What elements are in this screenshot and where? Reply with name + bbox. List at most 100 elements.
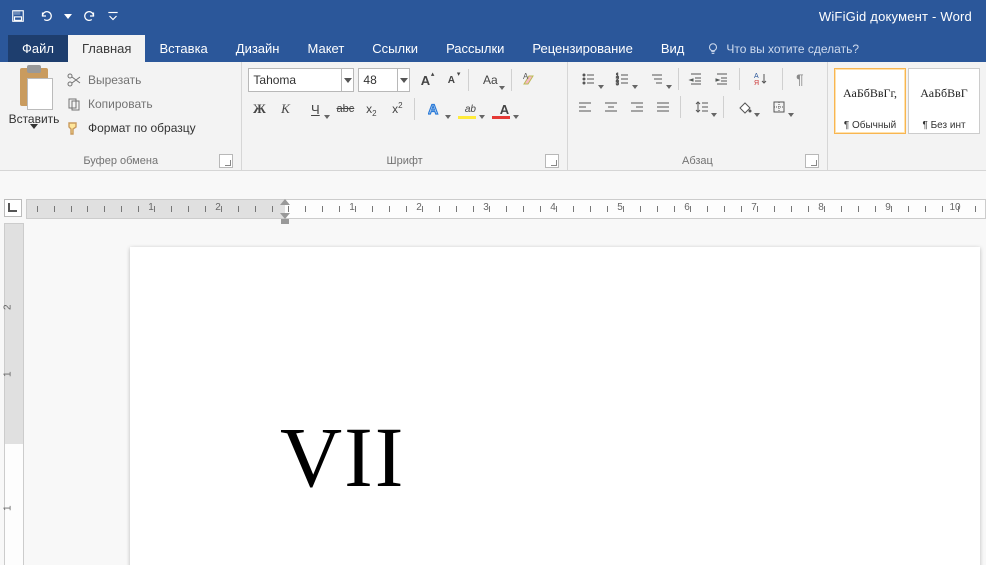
increase-indent-button[interactable] — [711, 68, 733, 90]
ruler-minor-tick — [791, 206, 792, 212]
font-name-dropdown[interactable] — [341, 69, 353, 91]
multilevel-list-button[interactable] — [642, 68, 672, 90]
superscript-button[interactable]: x2 — [386, 98, 408, 120]
cut-label: Вырезать — [88, 73, 141, 87]
clipboard-launcher[interactable] — [219, 154, 233, 168]
underline-button[interactable]: Ч — [300, 98, 330, 120]
cut-button[interactable]: Вырезать — [66, 70, 196, 90]
show-marks-button[interactable]: ¶ — [789, 68, 811, 90]
align-left-button[interactable] — [574, 96, 596, 118]
tab-references[interactable]: Ссылки — [358, 35, 432, 62]
vertical-ruler[interactable]: 2112 — [4, 223, 24, 565]
ruler-minor-tick — [891, 206, 892, 212]
decrease-indent-button[interactable] — [685, 68, 707, 90]
ruler-minor-tick — [640, 206, 641, 212]
brush-icon — [66, 120, 82, 136]
tab-view[interactable]: Вид — [647, 35, 699, 62]
sort-button[interactable]: АЯ — [746, 68, 776, 90]
tab-review[interactable]: Рецензирование — [518, 35, 646, 62]
ruler-minor-tick — [690, 206, 691, 212]
vruler-tick: 2 — [3, 304, 14, 310]
copy-button[interactable]: Копировать — [66, 94, 196, 114]
bullets-button[interactable] — [574, 68, 604, 90]
paste-button[interactable]: Вставить — [6, 64, 62, 129]
borders-button[interactable] — [764, 96, 794, 118]
document-page[interactable]: VII — [130, 247, 980, 565]
left-indent-marker[interactable] — [281, 219, 289, 224]
font-size-dropdown[interactable] — [397, 69, 409, 91]
tab-insert[interactable]: Вставка — [145, 35, 221, 62]
decrease-font-size-button[interactable]: A▾ — [440, 69, 462, 91]
undo-icon[interactable] — [34, 4, 58, 28]
first-line-indent-marker[interactable] — [280, 199, 290, 205]
increase-font-size-button[interactable]: A▴ — [414, 69, 436, 91]
paste-dropdown-icon[interactable] — [30, 124, 38, 129]
line-spacing-button[interactable] — [687, 96, 717, 118]
bold-button[interactable]: Ж — [248, 98, 270, 120]
save-icon[interactable] — [6, 4, 30, 28]
group-font: A▴ A▾ Aa A Ж К Ч abc x2 x2 — [242, 62, 567, 170]
ruler-tick-right: 1 — [349, 202, 355, 213]
ruler-minor-tick — [975, 206, 976, 212]
tell-me-search[interactable]: Что вы хотите сделать? — [698, 42, 867, 62]
tab-layout[interactable]: Макет — [293, 35, 358, 62]
ruler-minor-tick — [272, 206, 273, 212]
tab-mailings[interactable]: Рассылки — [432, 35, 518, 62]
font-size-input[interactable] — [359, 73, 397, 87]
group-label-paragraph: Абзац — [574, 152, 821, 170]
text-effects-button[interactable]: A — [421, 98, 451, 120]
clear-formatting-button[interactable]: A — [518, 69, 540, 91]
align-center-button[interactable] — [600, 96, 622, 118]
font-name-input[interactable] — [249, 73, 341, 87]
font-size-combo[interactable] — [358, 68, 410, 92]
vruler-top-margin — [5, 224, 23, 444]
style-normal[interactable]: АаБбВвГг, ¶ Обычный — [834, 68, 906, 134]
redo-icon[interactable] — [78, 4, 102, 28]
sort-icon: АЯ — [753, 71, 769, 87]
tab-stop-selector[interactable] — [4, 199, 22, 217]
font-launcher[interactable] — [545, 154, 559, 168]
tab-design[interactable]: Дизайн — [222, 35, 294, 62]
justify-button[interactable] — [652, 96, 674, 118]
align-right-button[interactable] — [626, 96, 648, 118]
numbering-button[interactable]: 123 — [608, 68, 638, 90]
ruler-minor-tick — [255, 206, 256, 212]
change-case-button[interactable]: Aa — [475, 69, 505, 91]
text-effects-icon: A — [428, 101, 444, 117]
ruler-minor-tick — [774, 206, 775, 212]
ruler-minor-tick — [71, 206, 72, 212]
bullets-icon — [581, 71, 597, 87]
ruler-tick-right: 2 — [416, 202, 422, 213]
strikethrough-button[interactable]: abc — [334, 98, 356, 120]
ruler-minor-tick — [339, 206, 340, 212]
copy-icon — [66, 96, 82, 112]
ruler-minor-tick — [757, 206, 758, 212]
format-painter-button[interactable]: Формат по образцу — [66, 118, 196, 138]
ruler-tick-right: 4 — [550, 202, 556, 213]
paragraph-launcher[interactable] — [805, 154, 819, 168]
highlight-button[interactable]: ab — [455, 98, 485, 120]
ruler-minor-tick — [305, 206, 306, 212]
subscript-button[interactable]: x2 — [360, 98, 382, 120]
ruler-minor-tick — [657, 206, 658, 212]
ruler-tick-left: 1 — [148, 202, 154, 213]
justify-icon — [655, 99, 671, 115]
ruler-minor-tick — [406, 206, 407, 212]
horizontal-ruler[interactable]: 2112345678910 — [26, 199, 986, 219]
ruler-minor-tick — [841, 206, 842, 212]
ruler-minor-tick — [439, 206, 440, 212]
undo-dropdown-icon[interactable] — [62, 4, 74, 28]
tab-home[interactable]: Главная — [68, 35, 145, 62]
document-text[interactable]: VII — [280, 407, 405, 507]
shading-button[interactable] — [730, 96, 760, 118]
font-name-combo[interactable] — [248, 68, 354, 92]
qat-customize-icon[interactable] — [106, 4, 120, 28]
ruler-minor-tick — [389, 206, 390, 212]
font-color-button[interactable]: A — [489, 98, 519, 120]
ruler-minor-tick — [205, 206, 206, 212]
align-left-icon — [577, 99, 593, 115]
style-no-spacing[interactable]: АаБбВвГ ¶ Без инт — [908, 68, 980, 134]
tab-file[interactable]: Файл — [8, 35, 68, 62]
italic-button[interactable]: К — [274, 98, 296, 120]
clipboard-icon — [17, 68, 51, 108]
